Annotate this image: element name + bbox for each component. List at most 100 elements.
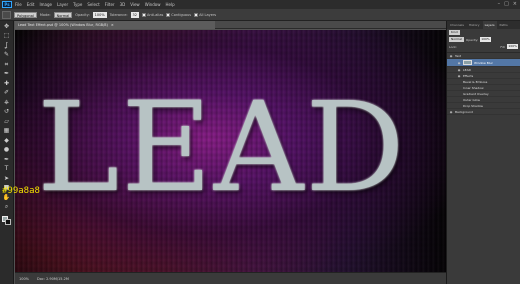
pen-icon[interactable]: ✒ <box>2 156 11 164</box>
crop-icon[interactable]: ⌗ <box>2 61 11 69</box>
brush-icon[interactable]: ✐ <box>2 89 11 97</box>
close-tab-icon[interactable]: × <box>111 23 114 27</box>
menu-file[interactable]: File <box>15 2 22 7</box>
document-tab-bar: Lead Text Effect.psd @ 100% (Window Blur… <box>15 21 446 29</box>
menu-edit[interactable]: Edit <box>27 2 35 7</box>
dodge-icon[interactable]: ● <box>2 146 11 154</box>
path-select-icon[interactable]: ➤ <box>2 175 11 183</box>
layers-list: ◉ Text ◉ Window Blur ◉ LEAD ◉ Effects Bevel & Em… <box>447 52 520 115</box>
tab-layers[interactable]: Layers <box>482 21 497 29</box>
layer-thumbnail <box>463 60 472 65</box>
minimize-icon[interactable]: – <box>498 2 501 7</box>
background-color-swatch[interactable] <box>5 219 11 225</box>
fill-label: Fill: <box>500 44 506 49</box>
stamp-icon[interactable]: ⎈ <box>2 99 11 107</box>
layer-name: Window Blur <box>474 60 493 65</box>
menu-window[interactable]: Window <box>145 2 161 7</box>
antialias-option[interactable]: Anti-alias <box>142 12 164 17</box>
panel-tabs: Channels History Layers Paths <box>447 21 520 29</box>
visibility-eye-icon[interactable]: ◉ <box>457 61 461 65</box>
layer-row[interactable]: ◉ Window Blur <box>447 59 520 67</box>
layer-name: Text <box>455 53 462 58</box>
opacity-input[interactable]: 100% <box>92 11 107 18</box>
visibility-eye-icon[interactable]: ◉ <box>449 110 453 114</box>
tolerance-label: Tolerance: <box>109 12 128 17</box>
marquee-icon[interactable]: ⬚ <box>2 32 11 40</box>
lock-row: Lock: Fill: 100% <box>447 43 520 50</box>
doc-size: Doc: 2.90M/15.2M <box>37 276 69 281</box>
layer-opacity-label: Opacity: <box>465 37 479 42</box>
photoshop-logo: Ps <box>2 1 12 8</box>
quick-select-icon[interactable]: ✎ <box>2 51 11 59</box>
menu-filter[interactable]: Filter <box>105 2 115 7</box>
status-bar: 100% Doc: 2.90M/15.2M <box>15 272 446 284</box>
lock-label: Lock: <box>449 44 457 49</box>
selection-mode-select[interactable]: Polygonal <box>14 11 37 18</box>
lead-text-layer: LEAD <box>37 76 407 220</box>
opacity-label: Opacity: <box>75 12 90 17</box>
mode-select[interactable]: Normal <box>53 11 73 18</box>
visibility-eye-icon[interactable]: ◉ <box>457 74 461 78</box>
menu-type[interactable]: Type <box>73 2 82 7</box>
filter-row: Kind <box>447 29 520 36</box>
tool-preset-picker[interactable] <box>2 10 11 19</box>
layers-panel: Channels History Layers Paths Kind Norma… <box>446 21 520 284</box>
layer-name: LEAD <box>463 67 471 72</box>
type-icon[interactable]: T <box>2 165 11 173</box>
document-tab[interactable]: Lead Text Effect.psd @ 100% (Window Blur… <box>15 21 215 29</box>
zoom-level[interactable]: 100% <box>19 277 29 281</box>
options-bar: Polygonal Mode: Normal Opacity: 100% Tol… <box>0 9 520 21</box>
blend-row: Normal Opacity: 100% <box>447 36 520 43</box>
layer-name: Gradient Overlay <box>463 91 489 96</box>
visibility-eye-icon[interactable]: ◉ <box>457 68 461 72</box>
layer-name: Bevel & Emboss <box>463 79 488 84</box>
menu-help[interactable]: Help <box>165 2 174 7</box>
menu-image[interactable]: Image <box>39 2 52 7</box>
maximize-icon[interactable]: □ <box>504 2 509 7</box>
fill-input[interactable]: 100% <box>507 44 518 49</box>
kind-filter-select[interactable]: Kind <box>449 30 460 35</box>
color-hex-annotation: #99a8a8 <box>2 186 40 196</box>
layer-row[interactable]: ◉ Background <box>447 109 520 115</box>
layer-name: Effects <box>463 73 474 78</box>
antialias-label: Anti-alias <box>147 12 164 17</box>
all-layers-label: All Layers <box>199 12 217 17</box>
menu-layer[interactable]: Layer <box>57 2 68 7</box>
layer-name: Drop Shadow <box>463 103 484 108</box>
blur-icon[interactable]: ◆ <box>2 137 11 145</box>
layer-opacity-input[interactable]: 100% <box>480 37 491 42</box>
all-layers-checkbox[interactable] <box>194 12 199 17</box>
menu-3d[interactable]: 3D <box>120 2 126 7</box>
layer-name: Outer Glow <box>463 97 480 102</box>
mode-label: Mode: <box>39 12 51 17</box>
gradient-icon[interactable]: ▦ <box>2 127 11 135</box>
close-icon[interactable]: × <box>513 2 517 7</box>
layer-name: Inner Shadow <box>463 85 484 90</box>
zoom-icon[interactable]: ⌕ <box>2 203 11 211</box>
main-menu: File Edit Image Layer Type Select Filter… <box>15 2 175 7</box>
tab-history[interactable]: History <box>467 21 482 29</box>
all-layers-option[interactable]: All Layers <box>194 12 217 17</box>
move-icon[interactable]: ✥ <box>2 23 11 31</box>
menu-view[interactable]: View <box>130 2 140 7</box>
blend-mode-select[interactable]: Normal <box>449 37 464 42</box>
document-canvas[interactable]: LEAD <box>15 30 446 272</box>
contiguous-option[interactable]: Contiguous <box>166 12 192 17</box>
menu-select[interactable]: Select <box>87 2 99 7</box>
document-tab-title: Lead Text Effect.psd @ 100% (Window Blur… <box>18 23 108 27</box>
contiguous-checkbox[interactable] <box>166 12 171 17</box>
eyedropper-icon[interactable]: ✒ <box>2 70 11 78</box>
visibility-eye-icon[interactable]: ◉ <box>449 54 453 58</box>
healing-icon[interactable]: ✚ <box>2 80 11 88</box>
window-controls: – □ × <box>498 2 520 7</box>
tab-paths[interactable]: Paths <box>498 21 510 29</box>
layer-name: Background <box>455 109 473 114</box>
history-brush-icon[interactable]: ↺ <box>2 108 11 116</box>
eraser-icon[interactable]: ▱ <box>2 118 11 126</box>
tab-channels[interactable]: Channels <box>448 21 466 29</box>
antialias-checkbox[interactable] <box>142 12 147 17</box>
tolerance-input[interactable]: 32 <box>130 11 140 18</box>
contiguous-label: Contiguous <box>171 12 192 17</box>
menu-bar: Ps File Edit Image Layer Type Select Fil… <box>0 0 520 9</box>
lasso-icon[interactable]: ʆ <box>2 42 11 50</box>
